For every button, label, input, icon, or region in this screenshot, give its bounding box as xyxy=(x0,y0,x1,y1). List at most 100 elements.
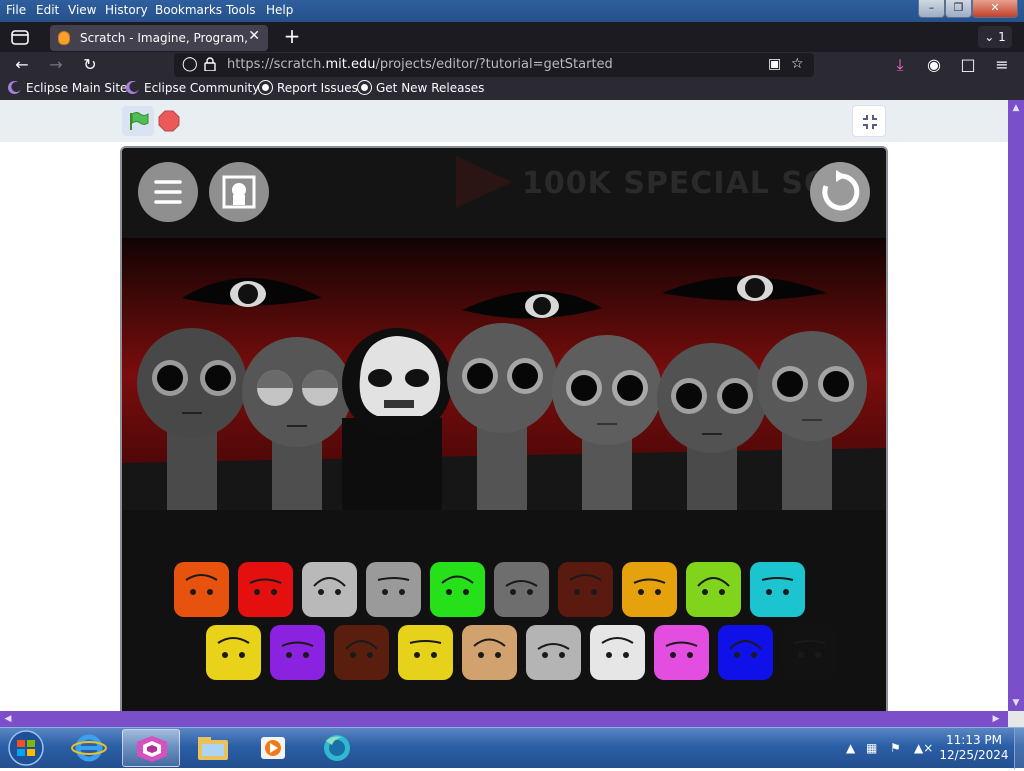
new-tab-button[interactable]: + xyxy=(280,26,304,48)
nav-bar: ← → ↻ ◯ https://scratch.mit.edu/projects… xyxy=(0,52,1024,78)
tab-list-button[interactable]: ⌄ 1 xyxy=(978,26,1012,48)
menu-tools[interactable]: Tools xyxy=(226,3,256,17)
tab-overview-button[interactable] xyxy=(8,26,32,48)
character-face-icon xyxy=(313,577,346,595)
character-face-icon xyxy=(665,641,698,658)
character-icon-tile[interactable] xyxy=(494,562,549,617)
restart-icon xyxy=(822,170,860,211)
account-button[interactable]: ◉ xyxy=(922,54,946,76)
minimize-button[interactable]: – xyxy=(918,0,945,18)
app-menu-button[interactable]: ≡ xyxy=(990,54,1014,76)
bookmark-star-icon[interactable]: ☆ xyxy=(791,56,804,72)
tab-title: Scratch - Imagine, Program, Share xyxy=(80,31,250,45)
character-icon-tile[interactable] xyxy=(206,625,261,680)
character-face-icon xyxy=(697,577,730,595)
character-icon-tile[interactable] xyxy=(590,625,645,680)
menu-bookmarks[interactable]: Bookmarks xyxy=(155,3,222,17)
taskbar-scratch[interactable] xyxy=(122,729,180,767)
bookmark-report-issues[interactable]: Report Issues xyxy=(259,81,358,95)
character-face-icon xyxy=(505,580,538,595)
github-icon xyxy=(259,81,272,94)
character-icon-tile[interactable] xyxy=(238,562,293,617)
menu-file[interactable]: File xyxy=(6,3,26,17)
character-icon-tile[interactable] xyxy=(430,562,485,617)
taskbar-media-player[interactable] xyxy=(246,729,304,767)
close-window-button[interactable]: ✕ xyxy=(972,0,1018,18)
character-icon-tile[interactable] xyxy=(398,625,453,680)
horizontal-scrollbar[interactable]: ◀ ▶ xyxy=(0,711,1008,727)
url-text: https://scratch.mit.edu/projects/editor/… xyxy=(227,57,613,72)
action-center-flag-icon[interactable]: ⚑ xyxy=(890,741,901,755)
network-icon[interactable]: ▦ xyxy=(866,741,877,755)
windows-taskbar: ▲ ▦ ⚑ ▲× 11:13 PM 12/25/2024 xyxy=(0,727,1024,769)
menu-view[interactable]: View xyxy=(68,3,96,17)
character-icon-tile[interactable] xyxy=(654,625,709,680)
bookmarks-toolbar: Eclipse Main Site Eclipse Community Repo… xyxy=(0,78,1024,100)
taskbar-explorer[interactable] xyxy=(184,729,242,767)
reload-button[interactable]: ↻ xyxy=(78,54,102,76)
tray-expand-icon[interactable]: ▲ xyxy=(846,741,855,755)
bookmark-eclipse-community[interactable]: Eclipse Community xyxy=(126,81,259,95)
taskbar-firefox[interactable] xyxy=(308,729,366,767)
show-desktop-button[interactable] xyxy=(1014,728,1024,769)
menu-edit[interactable]: Edit xyxy=(36,3,59,17)
exit-fullscreen-button[interactable] xyxy=(852,105,886,137)
tab-strip: Scratch - Imagine, Program, Share ✕ + ⌄ … xyxy=(0,22,1024,52)
character-icon-tile[interactable] xyxy=(526,625,581,680)
menu-button[interactable] xyxy=(138,162,198,222)
character-icon-tile[interactable] xyxy=(334,625,389,680)
character-face-icon xyxy=(793,640,826,658)
scroll-left-icon[interactable]: ◀ xyxy=(0,711,16,727)
arrow-left-icon: ← xyxy=(15,55,29,74)
close-icon[interactable]: ✕ xyxy=(248,28,260,44)
character-icon-tile[interactable] xyxy=(462,625,517,680)
character-face-icon xyxy=(569,574,602,595)
stop-button[interactable] xyxy=(158,110,180,132)
character-button[interactable] xyxy=(209,162,269,222)
character-icon-tile[interactable] xyxy=(782,625,837,680)
url-bar[interactable]: ◯ https://scratch.mit.edu/projects/edito… xyxy=(174,53,814,77)
play-logo-icon xyxy=(456,156,512,208)
picture-in-picture-icon[interactable]: ▣ xyxy=(768,56,781,72)
character-icon-tile[interactable] xyxy=(174,562,229,617)
character-icon-tile[interactable] xyxy=(622,562,677,617)
forward-button[interactable]: → xyxy=(44,54,68,76)
eclipse-icon xyxy=(8,81,21,94)
start-button[interactable] xyxy=(4,729,48,767)
github-icon xyxy=(358,81,371,94)
explorer-icon xyxy=(198,737,228,760)
green-flag-button[interactable] xyxy=(122,106,154,136)
character-icon-tile[interactable] xyxy=(558,562,613,617)
menu-help[interactable]: Help xyxy=(266,3,293,17)
tab-scratch[interactable]: Scratch - Imagine, Program, Share ✕ xyxy=(50,25,268,51)
taskbar-ie[interactable] xyxy=(60,729,118,767)
character-icon-tile[interactable] xyxy=(302,562,357,617)
volume-muted-icon[interactable]: ▲× xyxy=(914,741,933,755)
bookmark-new-releases[interactable]: Get New Releases xyxy=(358,81,484,95)
character-icon-tile[interactable] xyxy=(718,625,773,680)
project-stage[interactable]: 100K SPECIAL SOO xyxy=(120,146,888,711)
character-icon-tile[interactable] xyxy=(686,562,741,617)
scroll-down-icon[interactable]: ▼ xyxy=(1008,695,1024,711)
menu-history[interactable]: History xyxy=(105,3,148,17)
character-icon-tile[interactable] xyxy=(750,562,805,617)
downloads-button[interactable]: ⤓ xyxy=(888,54,912,76)
character-icon-tile[interactable] xyxy=(270,625,325,680)
maximize-button[interactable]: ❐ xyxy=(945,0,972,18)
character-face-icon xyxy=(633,578,666,595)
scratch-page: 100K SPECIAL SOO xyxy=(0,100,1008,711)
bookmark-eclipse-main[interactable]: Eclipse Main Site xyxy=(8,81,127,95)
system-clock[interactable]: 11:13 PM 12/25/2024 xyxy=(934,733,1014,763)
chevron-down-icon: ⌄ xyxy=(984,30,999,44)
vertical-scrollbar[interactable]: ▲ ▼ xyxy=(1008,100,1024,711)
media-player-icon xyxy=(261,737,285,759)
scroll-right-icon[interactable]: ▶ xyxy=(988,711,1004,727)
character-icon-tile[interactable] xyxy=(366,562,421,617)
restart-button[interactable] xyxy=(810,162,870,222)
scroll-up-icon[interactable]: ▲ xyxy=(1008,100,1024,116)
character-face-icon xyxy=(441,575,474,595)
back-button[interactable]: ← xyxy=(10,54,34,76)
green-flag-icon xyxy=(130,112,149,130)
extensions-button[interactable]: □ xyxy=(956,54,980,76)
tab-count: 1 xyxy=(998,30,1006,44)
